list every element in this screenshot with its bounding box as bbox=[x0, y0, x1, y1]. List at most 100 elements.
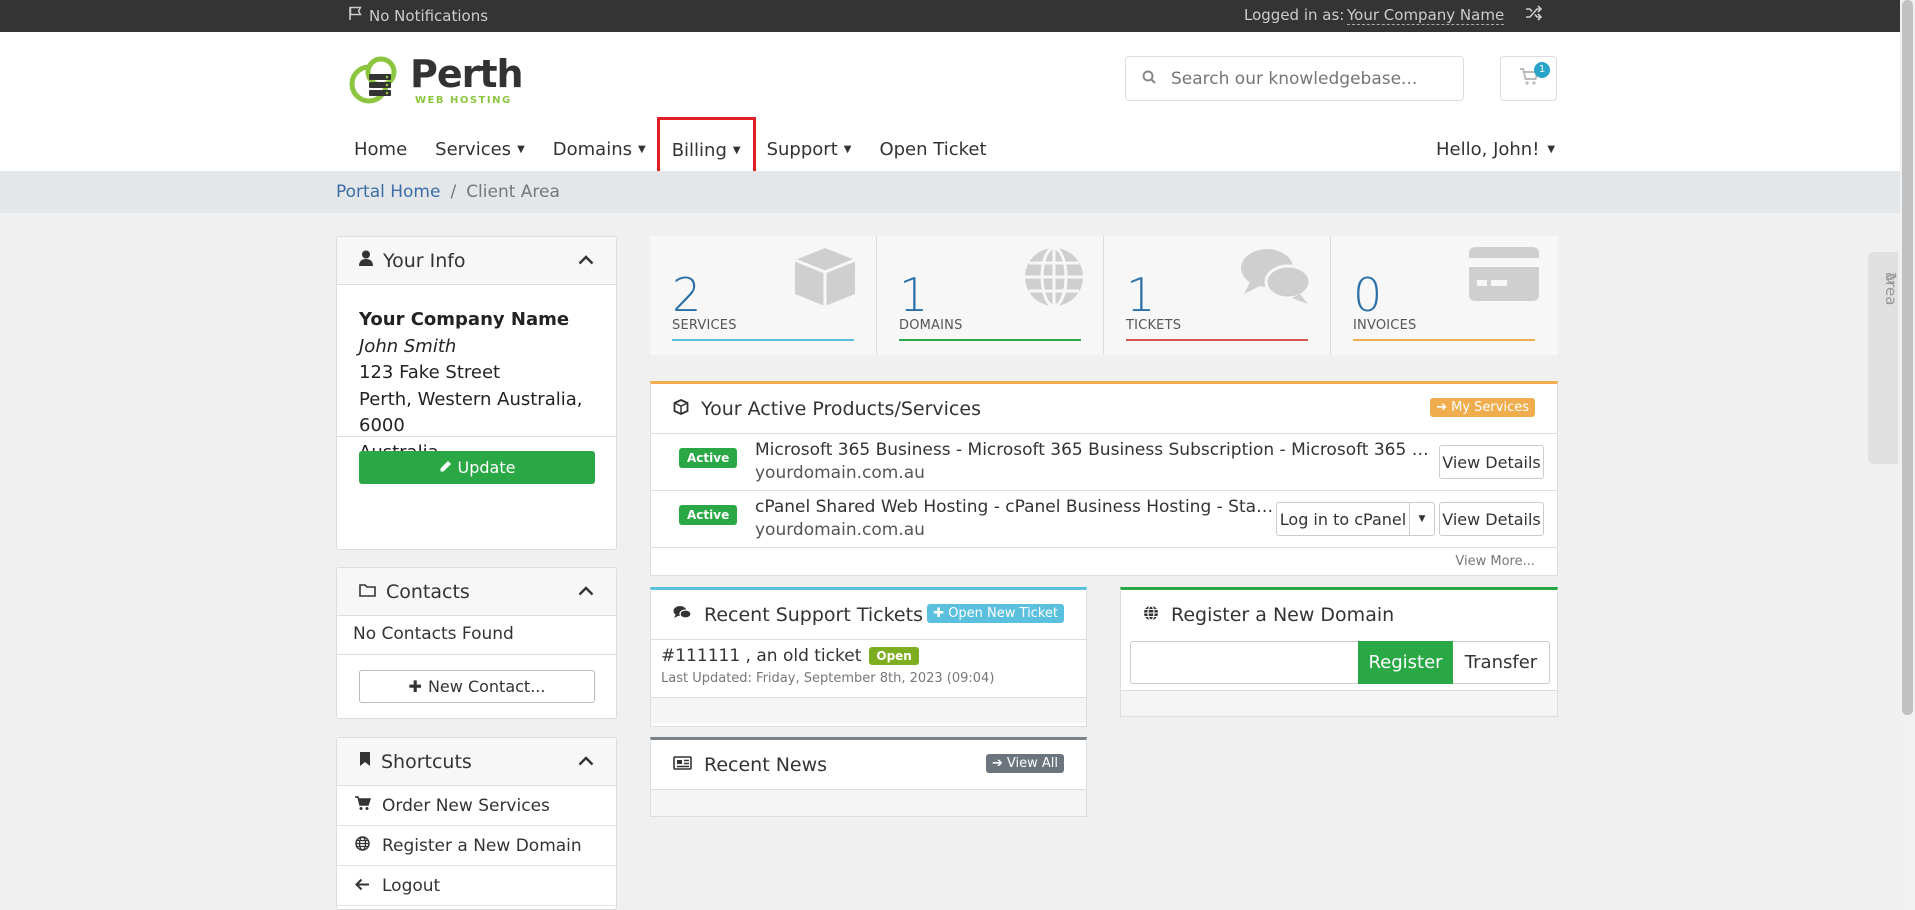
your-info-footer: Update bbox=[337, 436, 616, 484]
folder-icon bbox=[359, 582, 376, 602]
caret-down-icon: ▼ bbox=[1418, 514, 1426, 524]
transfer-label: Transfer bbox=[1464, 652, 1538, 673]
tickets-count: 1 bbox=[1126, 268, 1156, 322]
news-title: Recent News bbox=[704, 753, 828, 776]
domains-count: 1 bbox=[899, 268, 929, 322]
breadcrumb-home[interactable]: Portal Home bbox=[336, 182, 440, 202]
no-contacts-text: No Contacts Found bbox=[337, 616, 616, 655]
nav-home[interactable]: Home bbox=[340, 128, 421, 170]
ticket-title: #111111 , an old ticket bbox=[661, 646, 862, 666]
shortcut-logout[interactable]: Logout bbox=[337, 866, 616, 906]
nav-billing-label: Billing bbox=[671, 139, 727, 161]
search-input[interactable] bbox=[1171, 68, 1451, 89]
domain-input[interactable] bbox=[1130, 641, 1358, 684]
cube-icon bbox=[792, 246, 858, 312]
invoices-label: INVOICES bbox=[1353, 318, 1417, 333]
nav-domains-label: Domains bbox=[552, 138, 632, 160]
logo-text: Perth bbox=[410, 52, 524, 96]
company-link[interactable]: Your Company Name bbox=[1347, 6, 1505, 25]
tickets-tile[interactable]: 1 TICKETS bbox=[1104, 236, 1331, 355]
top-bar: No Notifications Logged in as: Your Comp… bbox=[0, 0, 1900, 32]
your-info-title: Your Info bbox=[383, 249, 466, 272]
breadcrumb-current: Client Area bbox=[466, 182, 560, 202]
product-name[interactable]: Microsoft 365 Business - Microsoft 365 B… bbox=[755, 440, 1431, 460]
breadcrumb-bar: Portal Home / Client Area bbox=[0, 171, 1900, 213]
register-domain-header: Register a New Domain bbox=[1121, 590, 1557, 640]
register-button[interactable]: Register bbox=[1358, 641, 1453, 684]
arrow-right-icon: ➔ bbox=[1436, 400, 1448, 415]
transfer-button[interactable]: Transfer bbox=[1453, 641, 1550, 684]
tickets-label: TICKETS bbox=[1126, 318, 1182, 333]
shortcuts-header[interactable]: Shortcuts bbox=[337, 738, 616, 786]
your-info-panel: Your Info Your Company Name John Smith 1… bbox=[336, 236, 617, 550]
pencil-icon bbox=[439, 458, 452, 477]
nav-services-label: Services bbox=[435, 138, 512, 160]
services-bar bbox=[672, 339, 854, 341]
recent-news-panel: Recent News ➔ View All bbox=[650, 737, 1087, 817]
recent-tickets-panel: Recent Support Tickets ✚ Open New Ticket… bbox=[650, 587, 1087, 727]
domain-search-form: Register Transfer bbox=[1130, 641, 1550, 684]
view-details-button[interactable]: View Details bbox=[1439, 445, 1544, 479]
chevron-up-icon[interactable] bbox=[578, 580, 594, 601]
cart-count-badge: 1 bbox=[1534, 62, 1550, 78]
domains-tile[interactable]: 1 DOMAINS bbox=[877, 236, 1104, 355]
knowledgebase-search[interactable] bbox=[1125, 56, 1464, 101]
product-row[interactable]: Active cPanel Shared Web Hosting - cPane… bbox=[651, 491, 1557, 548]
active-products-panel: Your Active Products/Services ➔ My Servi… bbox=[650, 381, 1558, 576]
stats-tiles: 2 SERVICES 1 DOMAINS 1 TICKETS 0 INVOICE… bbox=[650, 236, 1558, 355]
products-header: Your Active Products/Services ➔ My Servi… bbox=[651, 384, 1557, 434]
cart-button[interactable]: 1 bbox=[1500, 56, 1557, 101]
scrollbar-thumb[interactable] bbox=[1902, 0, 1913, 715]
view-details-label: View Details bbox=[1442, 509, 1541, 529]
street: 123 Fake Street bbox=[359, 362, 501, 383]
contacts-header[interactable]: Contacts bbox=[337, 568, 616, 616]
shuffle-icon[interactable] bbox=[1525, 5, 1543, 25]
register-label: Register bbox=[1368, 652, 1443, 673]
newspaper-icon bbox=[673, 755, 692, 774]
chevron-up-icon[interactable] bbox=[578, 249, 594, 270]
main-nav: Home Services ▼ Domains ▼ Billing ▼ Support… bbox=[340, 117, 1001, 183]
invoices-tile[interactable]: 0 INVOICES bbox=[1331, 236, 1558, 355]
product-domain: yourdomain.com.au bbox=[755, 463, 925, 483]
view-details-button[interactable]: View Details bbox=[1439, 502, 1544, 536]
credit-card-icon bbox=[1468, 246, 1540, 306]
comments-icon bbox=[673, 605, 692, 624]
shortcuts-title: Shortcuts bbox=[381, 750, 472, 773]
ticket-item[interactable]: #111111 , an old ticket Open Last Update… bbox=[651, 640, 1086, 698]
view-more-link[interactable]: View More... bbox=[1455, 554, 1535, 569]
login-cpanel-dropdown[interactable]: ▼ bbox=[1409, 502, 1435, 536]
user-menu[interactable]: Hello, John! ▼ bbox=[1436, 128, 1555, 170]
nav-domains[interactable]: Domains ▼ bbox=[539, 128, 660, 170]
product-domain: yourdomain.com.au bbox=[755, 520, 925, 540]
product-name[interactable]: cPanel Shared Web Hosting - cPanel Busin… bbox=[755, 497, 1281, 517]
new-contact-button[interactable]: ✚ New Contact... bbox=[359, 670, 595, 703]
nav-services[interactable]: Services ▼ bbox=[421, 128, 539, 170]
page-scrollbar[interactable] bbox=[1900, 0, 1915, 910]
services-tile[interactable]: 2 SERVICES bbox=[650, 236, 877, 355]
tickets-footer bbox=[651, 698, 1086, 723]
nav-support[interactable]: Support ▼ bbox=[753, 128, 866, 170]
globe-icon bbox=[1143, 605, 1159, 625]
login-cpanel-button[interactable]: Log in to cPanel bbox=[1276, 502, 1410, 536]
update-button[interactable]: Update bbox=[359, 451, 595, 484]
chevron-up-icon[interactable] bbox=[578, 750, 594, 771]
open-new-ticket-button[interactable]: ✚ Open New Ticket bbox=[927, 604, 1064, 623]
breadcrumb: Portal Home / Client Area bbox=[336, 182, 560, 202]
login-cpanel-label: Log in to cPanel bbox=[1279, 509, 1407, 529]
product-row[interactable]: Active Microsoft 365 Business - Microsof… bbox=[651, 434, 1557, 491]
nav-open-ticket[interactable]: Open Ticket bbox=[865, 128, 1000, 170]
my-services-button[interactable]: ➔ My Services bbox=[1430, 398, 1535, 417]
shortcut-register-domain[interactable]: Register a New Domain bbox=[337, 826, 616, 866]
cart-icon bbox=[354, 796, 372, 815]
shortcut-order-services[interactable]: Order New Services bbox=[337, 786, 616, 826]
news-header: Recent News ➔ View All bbox=[651, 740, 1086, 790]
domains-label: DOMAINS bbox=[899, 318, 963, 333]
view-all-news-button[interactable]: ➔ View All bbox=[985, 754, 1064, 773]
notifications-link[interactable]: No Notifications bbox=[349, 6, 488, 25]
your-info-header[interactable]: Your Info bbox=[337, 237, 616, 285]
caret-down-icon: ▼ bbox=[638, 143, 646, 155]
user-greeting: Hello, John! bbox=[1436, 138, 1540, 160]
new-contact-label: New Contact... bbox=[427, 677, 546, 696]
cube-icon bbox=[673, 398, 689, 419]
return-to-admin-tab[interactable]: ↻ Return to admin area bbox=[1868, 252, 1915, 464]
